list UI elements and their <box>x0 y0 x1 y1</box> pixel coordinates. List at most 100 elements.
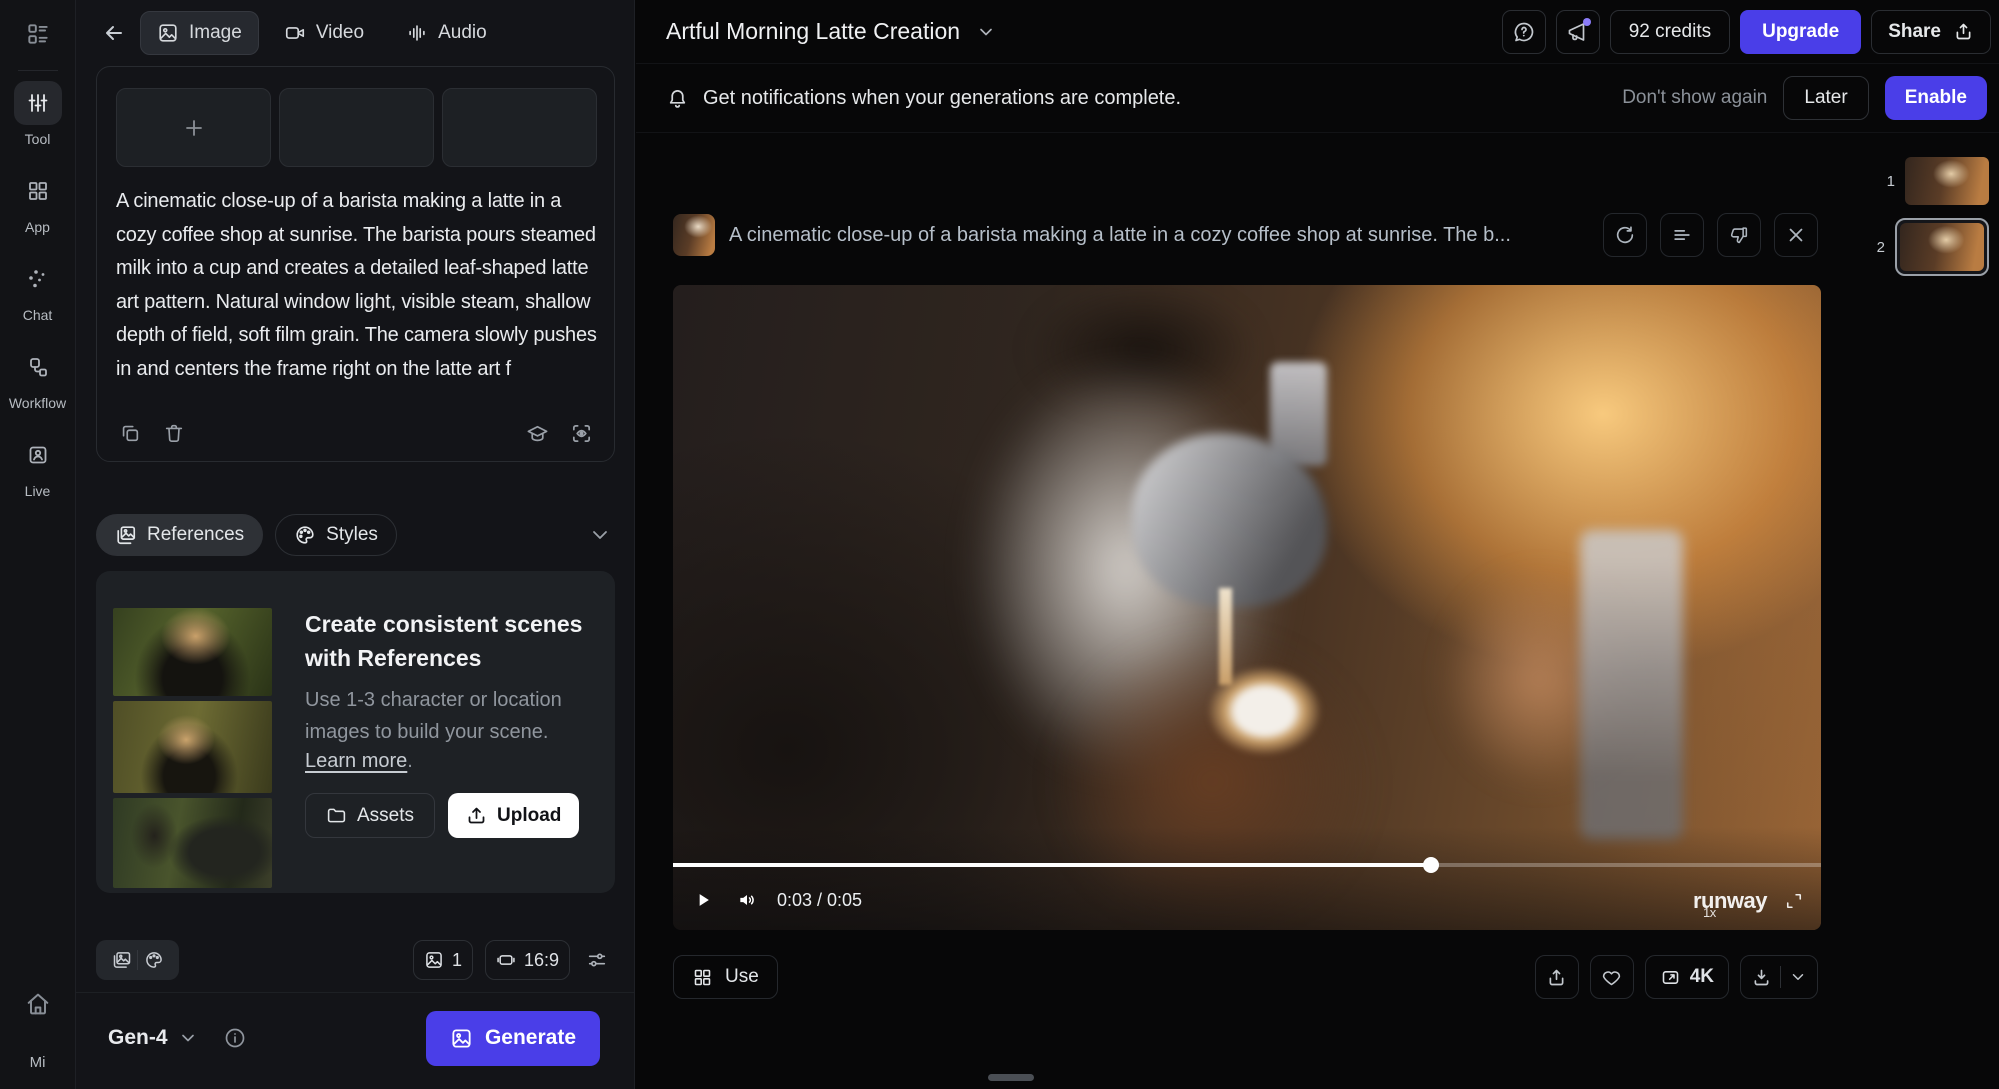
sidebar-item-tool[interactable]: Tool <box>14 81 62 147</box>
model-info-button[interactable] <box>220 1023 250 1053</box>
sidebar-item-workflow[interactable]: Workflow <box>9 345 66 411</box>
grid-icon <box>692 967 713 988</box>
collapse-section-button[interactable] <box>586 521 614 549</box>
seek-bar[interactable] <box>673 863 1821 867</box>
seek-handle[interactable] <box>1423 857 1439 873</box>
app-root: Tool App Chat <box>0 0 1999 1089</box>
promo-image-2 <box>113 701 272 793</box>
history-item-1[interactable]: 1 <box>1887 157 1989 205</box>
notification-message: Get notifications when your generations … <box>703 87 1181 110</box>
aspect-ratio-button[interactable]: 16:9 <box>485 940 570 980</box>
fullscreen-button[interactable] <box>1781 888 1807 914</box>
style-toggle[interactable] <box>138 947 169 973</box>
prompt-tips-button[interactable] <box>523 419 551 447</box>
history-index: 2 <box>1877 239 1885 256</box>
upload-button[interactable]: Upload <box>448 793 579 838</box>
announcements-button[interactable] <box>1556 10 1600 54</box>
assets-button-label: Assets <box>357 805 414 827</box>
use-button[interactable]: Use <box>673 955 778 999</box>
upscale-4k-button[interactable]: 4K <box>1645 955 1729 999</box>
model-select[interactable]: Gen-4 <box>108 1026 198 1050</box>
upload-icon <box>466 805 487 826</box>
info-icon <box>223 1026 247 1050</box>
promo-content: Create consistent scenes with References… <box>305 607 593 838</box>
generation-thumbnail[interactable] <box>673 214 715 256</box>
empty-reference-slot[interactable] <box>279 88 434 167</box>
session-title-dropdown[interactable]: Artful Morning Latte Creation <box>666 18 996 45</box>
share-icon <box>1546 967 1567 988</box>
generation-actions <box>1603 213 1818 257</box>
upgrade-button[interactable]: Upgrade <box>1740 10 1861 54</box>
share-button[interactable]: Share <box>1871 10 1991 54</box>
tab-video[interactable]: Video <box>267 11 381 55</box>
chevron-down-icon[interactable] <box>1789 968 1807 986</box>
later-button[interactable]: Later <box>1783 76 1868 120</box>
use-button-label: Use <box>725 966 759 988</box>
sidebar-item-app[interactable]: App <box>14 169 62 235</box>
mute-button[interactable] <box>733 886 761 914</box>
credits-button[interactable]: 92 credits <box>1610 10 1730 54</box>
chevron-down-icon <box>178 1028 198 1048</box>
palette-icon <box>294 524 316 546</box>
resize-drag-handle[interactable] <box>988 1074 1034 1081</box>
video-actions-row: Use <box>673 955 1818 999</box>
close-generation-button[interactable] <box>1774 213 1818 257</box>
dont-show-again-button[interactable]: Don't show again <box>1622 87 1767 109</box>
history-item-2[interactable]: 2 <box>1877 218 1989 276</box>
enhance-prompt-button[interactable] <box>567 419 595 447</box>
tool-sliders-icon <box>14 81 62 125</box>
help-button[interactable] <box>1502 10 1546 54</box>
aspect-ratio-icon <box>496 950 516 970</box>
styles-tab[interactable]: Styles <box>275 514 397 556</box>
image-stack-icon <box>112 950 132 970</box>
sliders-icon <box>586 949 608 971</box>
player-right-controls: runway 1x <box>1693 888 1807 914</box>
prompt-details-button[interactable] <box>1660 213 1704 257</box>
notification-actions: Don't show again Later Enable <box>1622 76 1987 120</box>
video-scene <box>1207 666 1322 756</box>
play-button[interactable] <box>689 886 717 914</box>
favorite-button[interactable] <box>1590 955 1634 999</box>
add-reference-slot[interactable] <box>116 88 271 167</box>
app-grid-icon <box>14 169 62 213</box>
upgrade-label: Upgrade <box>1762 21 1839 43</box>
assets-button[interactable]: Assets <box>305 793 435 838</box>
sidebar-item-live[interactable]: Live <box>14 433 62 499</box>
home-button[interactable] <box>16 982 60 1026</box>
prompt-input[interactable]: A cinematic close-up of a barista making… <box>116 185 600 392</box>
chevron-down-icon <box>588 523 612 547</box>
copy-prompt-button[interactable] <box>116 419 144 447</box>
back-button[interactable] <box>96 15 132 51</box>
empty-reference-slot[interactable] <box>442 88 597 167</box>
upscale-icon <box>1660 967 1681 988</box>
sidebar-item-label: Chat <box>23 307 53 323</box>
generation-title: A cinematic close-up of a barista making… <box>729 224 1589 247</box>
tab-image[interactable]: Image <box>140 11 259 55</box>
image-icon <box>157 22 179 44</box>
sidebar-item-chat[interactable]: Chat <box>14 257 62 323</box>
generation-history: 1 2 <box>1877 157 1989 276</box>
advanced-settings-button[interactable] <box>580 940 614 980</box>
home-icon <box>24 990 52 1018</box>
dislike-button[interactable] <box>1717 213 1761 257</box>
history-thumbnail[interactable] <box>1905 157 1989 205</box>
video-player[interactable]: 0:03 / 0:05 runway 1x <box>673 285 1821 930</box>
tab-label: Video <box>316 22 364 44</box>
video-scene <box>1580 530 1683 840</box>
sidebar-item-label: Workflow <box>9 395 66 411</box>
export-button[interactable] <box>1535 955 1579 999</box>
image-reference-toggle[interactable] <box>106 947 137 973</box>
history-thumbnail[interactable] <box>1900 223 1984 271</box>
promo-images <box>113 608 272 888</box>
image-count-button[interactable]: 1 <box>413 940 473 980</box>
delete-prompt-button[interactable] <box>160 419 188 447</box>
user-avatar[interactable]: Mi <box>30 1054 46 1071</box>
regenerate-button[interactable] <box>1603 213 1647 257</box>
references-tab[interactable]: References <box>96 514 263 556</box>
learn-more-link[interactable]: Learn more <box>305 750 407 773</box>
download-button[interactable] <box>1740 955 1818 999</box>
tab-audio[interactable]: Audio <box>389 11 504 55</box>
generate-button[interactable]: Generate <box>426 1011 600 1066</box>
sessions-button[interactable] <box>16 12 60 56</box>
enable-button[interactable]: Enable <box>1885 76 1987 120</box>
